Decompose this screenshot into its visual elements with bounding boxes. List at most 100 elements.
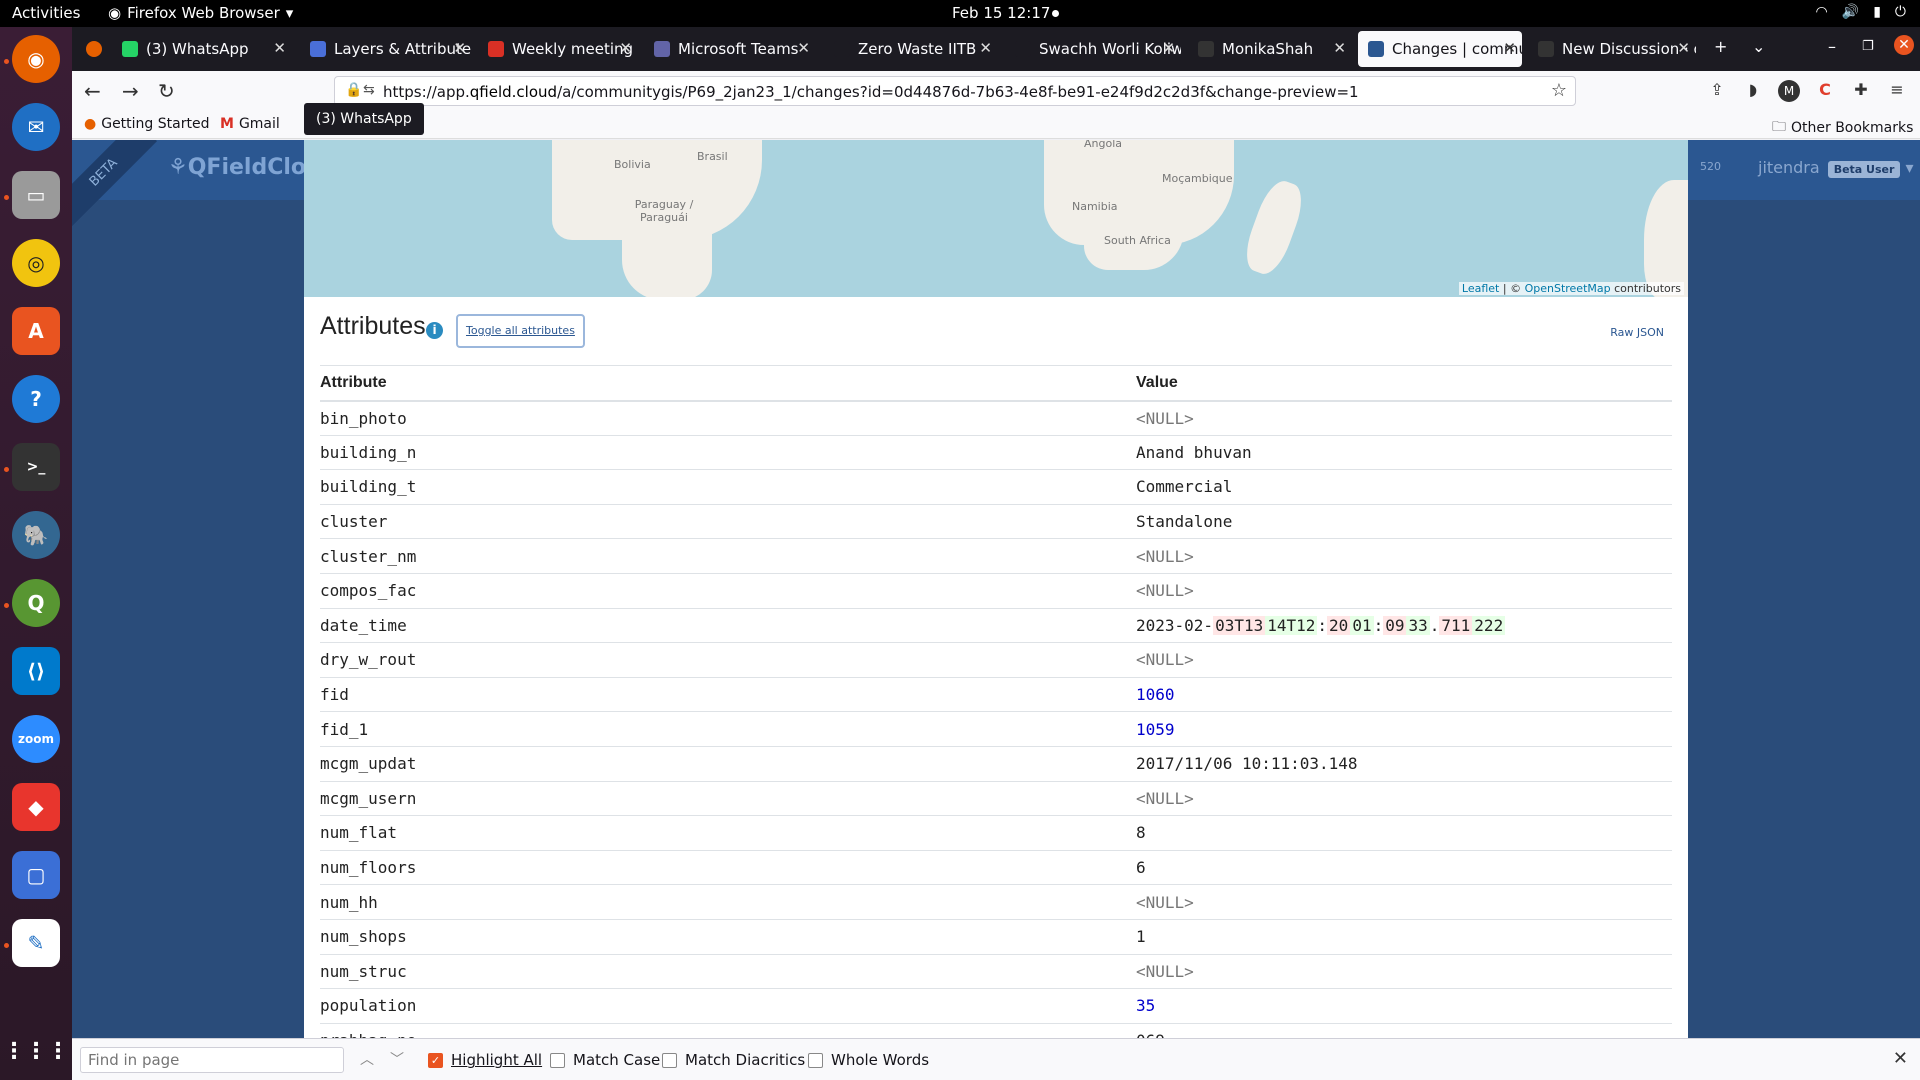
toggle-all-attributes-button[interactable]: Toggle all attributes xyxy=(456,314,585,348)
qgis-dock-icon[interactable]: Q xyxy=(12,579,60,627)
match-case-checkbox[interactable]: Match Case xyxy=(550,1051,660,1069)
user-menu[interactable]: jitendra Beta User ▾ xyxy=(1758,158,1914,178)
close-window-button[interactable]: ✕ xyxy=(1894,35,1914,55)
url-path: /a/communitygis/P69_2jan23_1/changes?id=… xyxy=(557,83,1359,101)
tab-favicon-icon xyxy=(310,41,326,57)
new-tab-button[interactable]: + xyxy=(1714,37,1727,56)
zoom-dock-icon[interactable]: zoom xyxy=(12,715,60,763)
change-detail-panel: Brasil Bolivia Paraguay / Paraguái Angol… xyxy=(304,140,1688,1065)
close-tab-icon[interactable]: ✕ xyxy=(1333,39,1346,57)
table-row: building_n Anand bhuvan xyxy=(320,435,1672,471)
browser-tab[interactable]: Swachh Worli Koliwa ✕ xyxy=(1005,31,1181,67)
highlight-all-checkbox[interactable]: ✓ Highlight All xyxy=(428,1051,542,1069)
attribute-value: <NULL> xyxy=(1136,884,1672,920)
terminal-dock-icon[interactable]: >_ xyxy=(12,443,60,491)
permissions-icon[interactable]: ⇆ xyxy=(363,82,375,98)
folder-icon: 🗀 xyxy=(1772,119,1786,135)
files-dock-icon[interactable]: ▭ xyxy=(12,171,60,219)
bookmark-star-icon[interactable]: ☆ xyxy=(1551,80,1567,101)
browser-tab[interactable]: Zero Waste IITB ✕ xyxy=(824,31,998,67)
browser-tab[interactable]: MonikaShah ✕ xyxy=(1188,31,1352,67)
find-bar: ︿ ﹀ ✓ Highlight All Match Case Match Diac… xyxy=(72,1038,1920,1080)
close-tab-icon[interactable]: ✕ xyxy=(979,39,992,57)
match-diacritics-checkbox[interactable]: Match Diacritics xyxy=(662,1051,805,1069)
close-tab-icon[interactable]: ✕ xyxy=(1677,39,1690,57)
browser-tab[interactable]: Changes | commu ✕ xyxy=(1358,31,1522,67)
other-bookmarks[interactable]: 🗀 Other Bookmarks xyxy=(1772,116,1913,140)
raw-json-link[interactable]: Raw JSON xyxy=(1610,326,1664,339)
help-dock-icon[interactable]: ? xyxy=(12,375,60,423)
find-input[interactable] xyxy=(80,1047,344,1073)
browser-tab[interactable]: (3) WhatsApp ✕ xyxy=(112,31,292,67)
browser-tab[interactable]: Layers & Attribute ✕ xyxy=(300,31,472,67)
extension-icon[interactable]: C xyxy=(1814,80,1836,102)
table-row: date_time 2023-02- 03T13 14T12:20 01:09 33. 71… xyxy=(320,608,1672,644)
find-previous-button[interactable]: ︿ xyxy=(360,1049,374,1069)
lock-icon[interactable]: 🔒 xyxy=(345,82,362,98)
table-row: num_flat 8 xyxy=(320,815,1672,851)
activities-button[interactable]: Activities xyxy=(12,4,80,22)
browser-tab[interactable]: Microsoft Teams ✕ xyxy=(644,31,816,67)
hamburger-menu-icon[interactable]: ≡ xyxy=(1886,80,1908,102)
osm-link[interactable]: OpenStreetMap xyxy=(1525,282,1611,295)
list-tabs-icon[interactable]: ⌄ xyxy=(1752,37,1765,56)
pocket-icon[interactable]: ◗ xyxy=(1742,80,1764,102)
back-button[interactable]: ← xyxy=(84,79,101,103)
vscode-dock-icon[interactable]: ⟨⟩ xyxy=(12,647,60,695)
browser-tab[interactable]: Weekly meeting | ✕ xyxy=(478,31,638,67)
map-preview[interactable]: Brasil Bolivia Paraguay / Paraguái Angol… xyxy=(304,140,1688,297)
attribute-value: 1 xyxy=(1136,919,1672,955)
bookmark-gmail[interactable]: M Gmail xyxy=(220,116,280,132)
attribute-value: Anand bhuvan xyxy=(1136,435,1672,471)
system-tray[interactable]: ◠ 🔊 ▮ ⏻ xyxy=(1816,4,1906,20)
extensions-puzzle-icon[interactable]: ✚ xyxy=(1850,80,1872,102)
rhythmbox-dock-icon[interactable]: ◎ xyxy=(12,239,60,287)
close-tab-icon[interactable]: ✕ xyxy=(273,39,286,57)
close-tab-icon[interactable]: ✕ xyxy=(1503,39,1516,57)
minimize-button[interactable]: – xyxy=(1828,37,1836,56)
tab-favicon-icon xyxy=(1538,41,1554,57)
forward-button[interactable]: → xyxy=(122,79,139,103)
maximize-button[interactable]: ❐ xyxy=(1862,39,1874,54)
reload-button[interactable]: ↻ xyxy=(158,79,175,103)
checkbox-icon xyxy=(808,1052,823,1068)
close-tab-icon[interactable]: ✕ xyxy=(619,39,632,57)
map-land-madagascar xyxy=(1238,176,1310,279)
close-tab-icon[interactable]: ✕ xyxy=(797,39,810,57)
whole-words-checkbox[interactable]: Whole Words xyxy=(808,1051,929,1069)
software-dock-icon[interactable]: A xyxy=(12,307,60,355)
text-editor-dock-icon[interactable]: ✎ xyxy=(12,919,60,967)
account-avatar-icon[interactable]: M xyxy=(1778,80,1800,102)
info-icon[interactable]: i xyxy=(426,322,443,339)
close-find-bar-icon[interactable]: ✕ xyxy=(1893,1048,1908,1069)
diff-removed: 03T13 xyxy=(1213,615,1266,635)
checkbox-label: Match Diacritics xyxy=(685,1051,806,1069)
firefox-view-button[interactable] xyxy=(76,31,106,67)
attribute-name: building_n xyxy=(320,435,1136,471)
pocket-save-icon[interactable]: ⇪ xyxy=(1706,80,1728,102)
clock[interactable]: Feb 15 12:17 xyxy=(952,4,1050,22)
attribute-value: 35 xyxy=(1136,988,1672,1024)
browser-tab[interactable]: New Discussion · c ✕ xyxy=(1528,31,1696,67)
tab-title: Swachh Worli Koliwa xyxy=(1039,40,1181,58)
find-next-button[interactable]: ﹀ xyxy=(390,1049,404,1069)
pgadmin-dock-icon[interactable]: 🐘 xyxy=(12,511,60,559)
firefox-dock-icon[interactable]: ◉ xyxy=(12,35,60,83)
tab-strip: (3) WhatsApp ✕ Layers & Attribute ✕ Weekly m… xyxy=(72,27,1920,71)
thunderbird-dock-icon[interactable]: ✉ xyxy=(12,103,60,151)
address-bar[interactable]: 🔒 ⇆ https://app.qfield.cloud/a/community… xyxy=(334,76,1576,106)
leaflet-link[interactable]: Leaflet xyxy=(1462,282,1499,295)
checkbox-icon xyxy=(550,1052,565,1068)
close-tab-icon[interactable]: ✕ xyxy=(1162,39,1175,57)
close-tab-icon[interactable]: ✕ xyxy=(453,39,466,57)
anydesk-dock-icon[interactable]: ◆ xyxy=(12,783,60,831)
bookmark-getting-started[interactable]: ● Getting Started xyxy=(84,116,209,132)
url-text[interactable]: https://app.qfield.cloud/a/communitygis/… xyxy=(383,83,1359,101)
table-row: num_struc <NULL> xyxy=(320,954,1672,990)
url-domain: qfield.cloud xyxy=(469,83,558,101)
show-apps-icon[interactable]: ⋮⋮⋮ xyxy=(3,1027,69,1075)
notification-dot xyxy=(1052,10,1059,17)
app-menu[interactable]: ◉ Firefox Web Browser ▾ xyxy=(108,4,293,22)
map-land-australia-edge xyxy=(1644,180,1688,297)
screenshot-dock-icon[interactable]: ▢ xyxy=(12,851,60,899)
